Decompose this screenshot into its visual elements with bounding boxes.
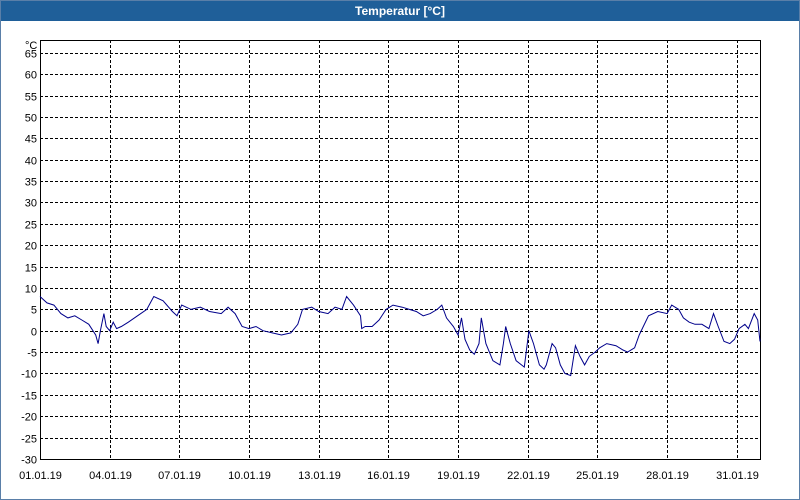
y-tick-label: 35	[25, 177, 37, 189]
temperature-chart: 65605550454035302520151050-5-10-15-20-25…	[19, 40, 761, 482]
y-tick-label: -20	[21, 412, 37, 424]
y-tick-label: -10	[21, 369, 37, 381]
y-tick-label: 45	[25, 134, 37, 146]
x-tick-label: 13.01.19	[298, 470, 341, 482]
x-tick-label: 19.01.19	[437, 470, 480, 482]
y-tick-label: 25	[25, 220, 37, 232]
y-tick-label: 30	[25, 198, 37, 210]
x-tick-label: 10.01.19	[228, 470, 271, 482]
x-tick-label: 25.01.19	[576, 470, 619, 482]
y-tick-label: 0	[31, 327, 37, 339]
y-tick-label: 20	[25, 241, 37, 253]
y-tick-label: -25	[21, 434, 37, 446]
y-unit-label: °C	[25, 40, 37, 52]
y-tick-label: 55	[25, 92, 37, 104]
y-tick-label: 50	[25, 113, 37, 125]
plot-area-border	[40, 40, 761, 460]
x-tick-label: 31.01.19	[716, 470, 759, 482]
y-tick-label: -30	[21, 455, 37, 467]
x-tick-label: 04.01.19	[89, 470, 132, 482]
temperature-series-line	[39, 295, 761, 377]
y-tick-label: 40	[25, 156, 37, 168]
x-tick-label: 16.01.19	[367, 470, 410, 482]
y-tick-label: 5	[31, 305, 37, 317]
y-tick-label: -5	[27, 348, 37, 360]
x-tick-label: 22.01.19	[507, 470, 550, 482]
y-tick-label: 10	[25, 284, 37, 296]
grid	[40, 40, 760, 459]
y-tick-label: 15	[25, 263, 37, 275]
y-tick-label: -15	[21, 391, 37, 403]
x-tick-label: 28.01.19	[646, 470, 689, 482]
y-tick-label: 60	[25, 70, 37, 82]
x-tick-label: 07.01.19	[158, 470, 201, 482]
x-tick-label: 01.01.19	[19, 470, 62, 482]
